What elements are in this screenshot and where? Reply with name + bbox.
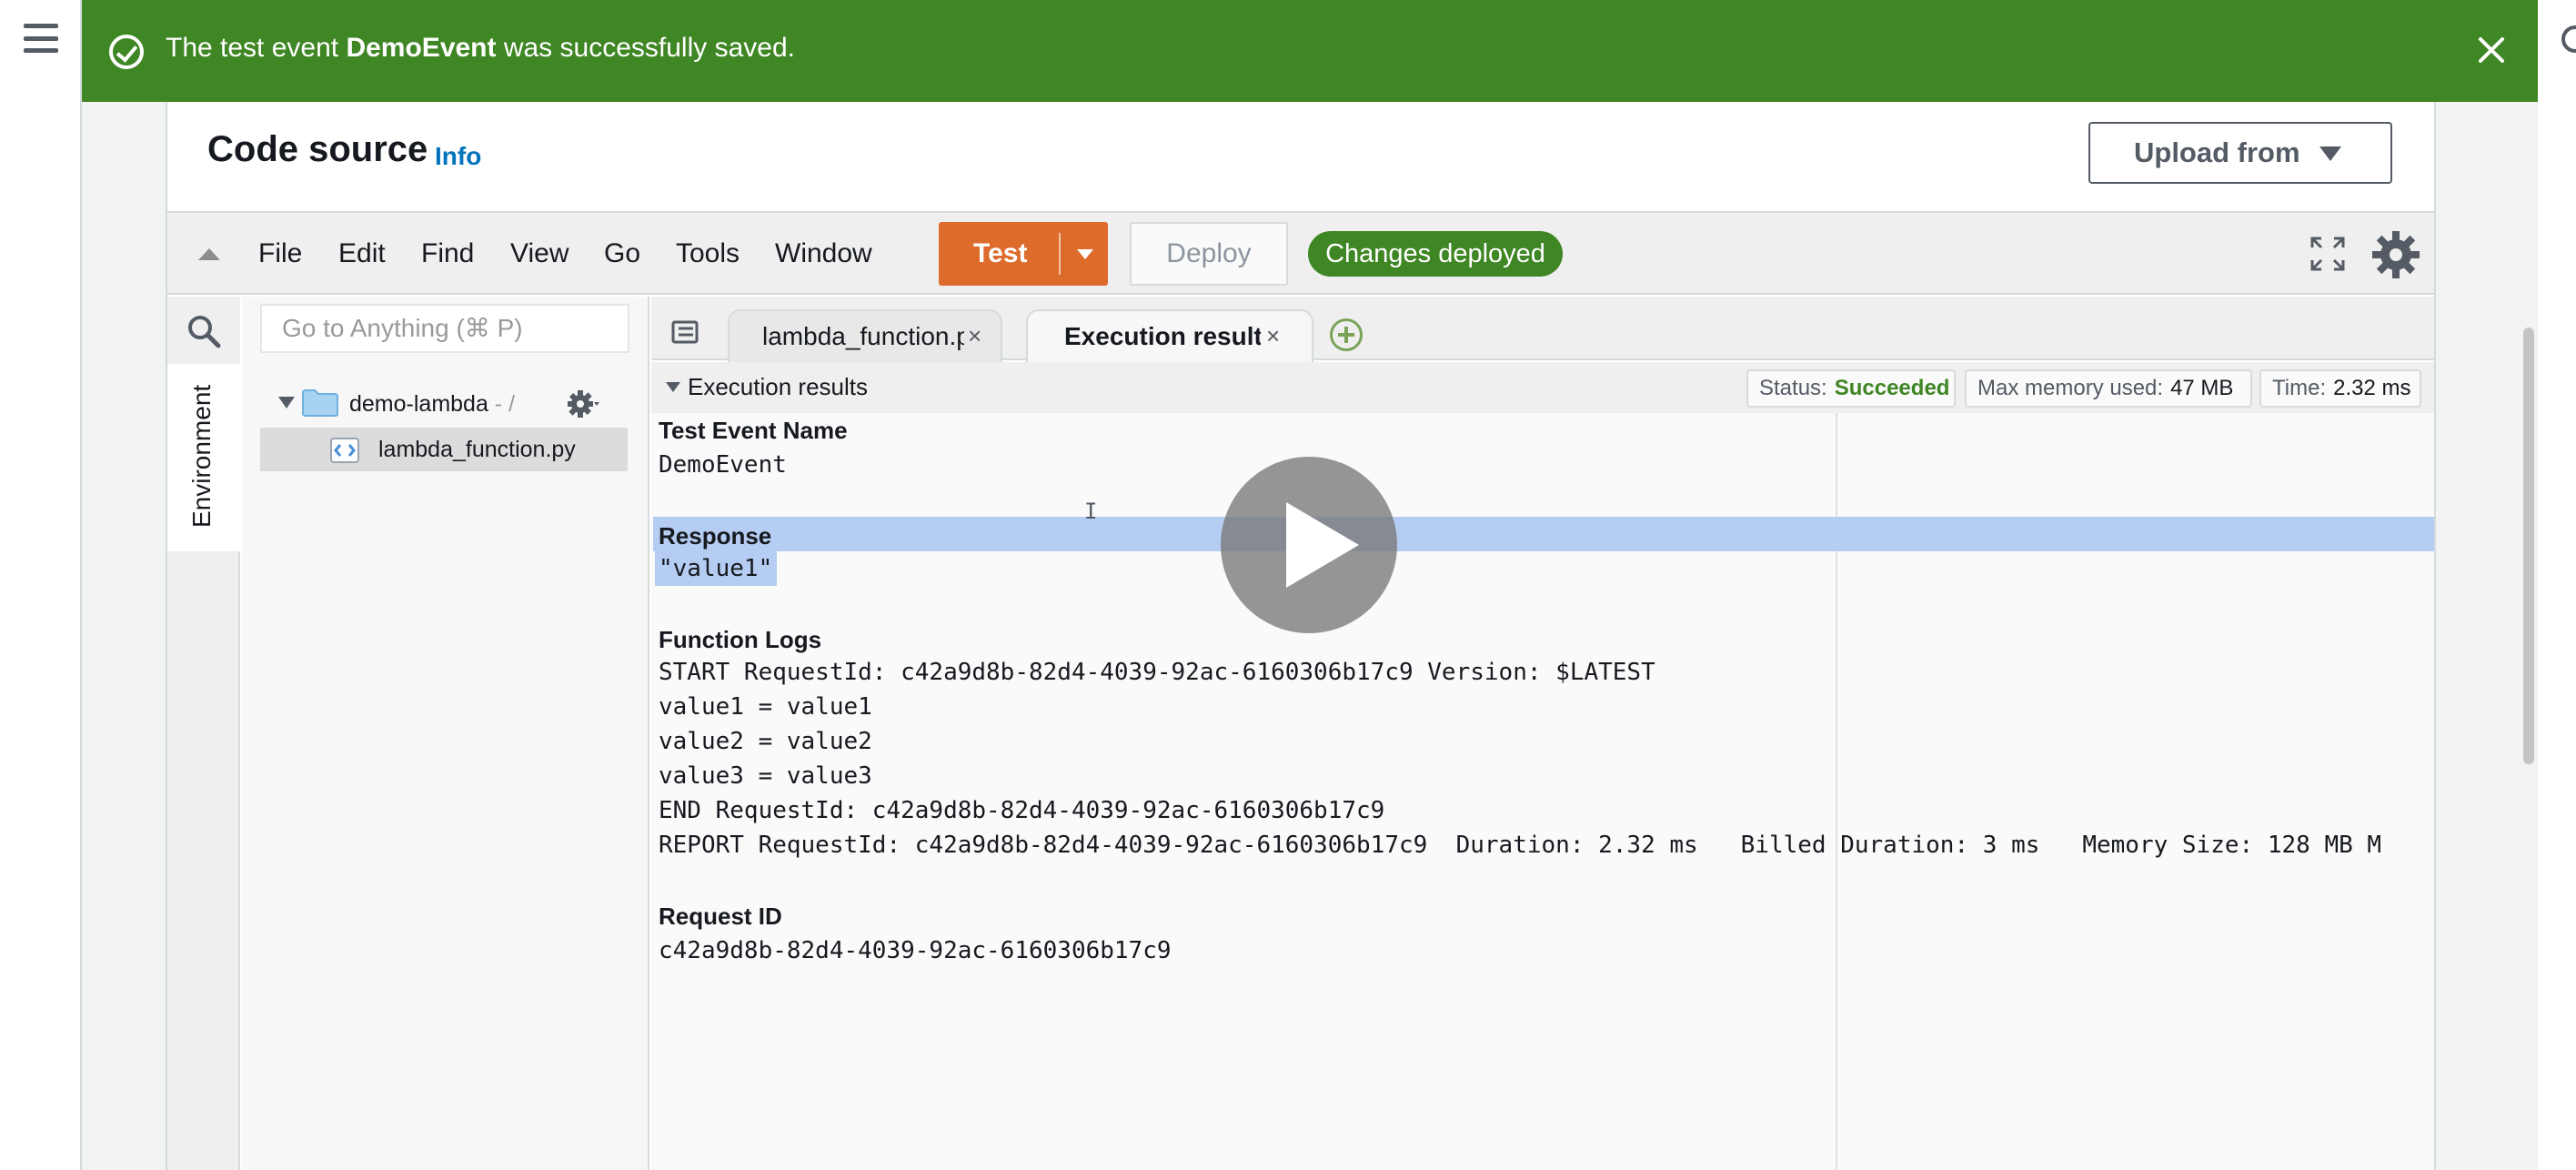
menu-tools[interactable]: Tools bbox=[676, 238, 740, 269]
folder-settings-icon[interactable] bbox=[568, 388, 600, 420]
search-icon[interactable] bbox=[186, 313, 222, 349]
status-pill: Status: Succeeded bbox=[1746, 369, 1956, 408]
menu-go[interactable]: Go bbox=[604, 238, 640, 269]
tab-execution-results[interactable]: Execution results × bbox=[1026, 309, 1313, 362]
status-badge: Changes deployed bbox=[1308, 231, 1563, 277]
menu-find[interactable]: Find bbox=[421, 238, 474, 269]
flash-suffix: was successfully saved. bbox=[496, 33, 795, 63]
log-line: value3 = value3 bbox=[659, 762, 872, 790]
deploy-button[interactable]: Deploy bbox=[1130, 222, 1288, 286]
response-title: Response bbox=[659, 522, 772, 550]
request-id-title: Request ID bbox=[659, 903, 782, 930]
folder-label: demo-lambda bbox=[349, 391, 488, 417]
log-line: END RequestId: c42a9d8b-82d4-4039-92ac-6… bbox=[659, 797, 1385, 824]
success-flash-banner: The test event DemoEvent was successfull… bbox=[82, 0, 2538, 102]
play-icon[interactable] bbox=[1221, 457, 1397, 633]
tab-label: Execution results bbox=[1064, 322, 1261, 350]
environment-label: Environment bbox=[187, 384, 216, 528]
selection-highlight bbox=[653, 517, 2434, 551]
folder-icon[interactable] bbox=[302, 389, 338, 417]
fullscreen-icon[interactable] bbox=[2310, 237, 2345, 271]
tab-list-icon[interactable] bbox=[671, 320, 699, 344]
upload-from-button[interactable]: Upload from bbox=[2088, 122, 2392, 184]
flash-event-name: DemoEvent bbox=[346, 33, 497, 63]
gear-icon[interactable] bbox=[2370, 229, 2421, 280]
flash-message: The test event DemoEvent was successfull… bbox=[166, 33, 795, 64]
tab-environment[interactable]: Environment bbox=[167, 364, 240, 551]
collapse-results-icon[interactable] bbox=[666, 382, 680, 392]
test-event-value: DemoEvent bbox=[659, 451, 787, 479]
log-line: value1 = value1 bbox=[659, 693, 872, 721]
left-nav-rail bbox=[0, 0, 82, 1170]
info-link[interactable]: Info bbox=[435, 142, 481, 171]
add-tab-icon[interactable] bbox=[1330, 318, 1363, 351]
python-file-icon bbox=[330, 438, 359, 463]
log-line: value2 = value2 bbox=[659, 728, 872, 755]
file-name[interactable]: lambda_function.py bbox=[378, 437, 576, 463]
menu-view[interactable]: View bbox=[510, 238, 569, 269]
tab-label: lambda_function.py bbox=[762, 322, 964, 350]
hamburger-menu-icon[interactable] bbox=[24, 24, 58, 53]
upload-from-label: Upload from bbox=[2134, 136, 2300, 168]
memory-pill: Max memory used: 47 MB bbox=[1965, 369, 2252, 408]
collapse-arrow-icon[interactable] bbox=[198, 248, 220, 260]
time-pill: Time: 2.32 ms bbox=[2259, 369, 2421, 408]
close-icon[interactable] bbox=[2469, 27, 2514, 73]
tab-lambda-function[interactable]: lambda_function.py × bbox=[728, 309, 1002, 362]
tab-close-icon[interactable]: × bbox=[968, 322, 981, 350]
page-title: Code source bbox=[207, 129, 428, 169]
folder-name[interactable]: demo-lambda - / bbox=[349, 391, 515, 418]
response-value: "value1" bbox=[659, 555, 773, 582]
time-value: 2.32 ms bbox=[2333, 376, 2411, 400]
execution-results-area bbox=[651, 362, 2434, 1170]
test-label: Test bbox=[973, 238, 1028, 268]
chevron-down-icon[interactable] bbox=[1077, 249, 1093, 259]
status-value: Succeeded bbox=[1834, 376, 1950, 400]
function-logs-title: Function Logs bbox=[659, 626, 822, 653]
success-check-icon bbox=[109, 35, 144, 69]
log-line: START RequestId: c42a9d8b-82d4-4039-92ac… bbox=[659, 659, 1655, 686]
scrollbar-thumb[interactable] bbox=[2523, 328, 2534, 764]
test-split-divider bbox=[1059, 233, 1061, 275]
text-cursor-icon: I bbox=[1084, 499, 1098, 524]
menu-window[interactable]: Window bbox=[775, 238, 872, 269]
ide-toolbar bbox=[167, 211, 2434, 295]
menu-edit[interactable]: Edit bbox=[338, 238, 386, 269]
memory-value: 47 MB bbox=[2170, 376, 2234, 400]
memory-label: Max memory used: bbox=[1977, 376, 2164, 400]
execution-results-title[interactable]: Execution results bbox=[688, 373, 868, 401]
test-event-title: Test Event Name bbox=[659, 417, 848, 444]
folder-path-suffix: - / bbox=[488, 391, 516, 417]
menu-file[interactable]: File bbox=[258, 238, 302, 269]
log-line: REPORT RequestId: c42a9d8b-82d4-4039-92a… bbox=[659, 832, 2382, 859]
test-button[interactable]: Test bbox=[939, 222, 1108, 286]
tab-close-icon[interactable]: × bbox=[1266, 322, 1280, 350]
tree-expand-icon[interactable] bbox=[278, 397, 295, 408]
right-rail bbox=[2538, 0, 2576, 1170]
status-label: Status: bbox=[1759, 376, 1827, 400]
goto-anything-input[interactable] bbox=[260, 304, 629, 353]
flash-prefix: The test event bbox=[166, 33, 347, 63]
request-id-value: c42a9d8b-82d4-4039-92ac-6160306b17c9 bbox=[659, 937, 1172, 964]
time-label: Time: bbox=[2272, 376, 2327, 400]
caret-down-icon bbox=[2319, 146, 2341, 161]
